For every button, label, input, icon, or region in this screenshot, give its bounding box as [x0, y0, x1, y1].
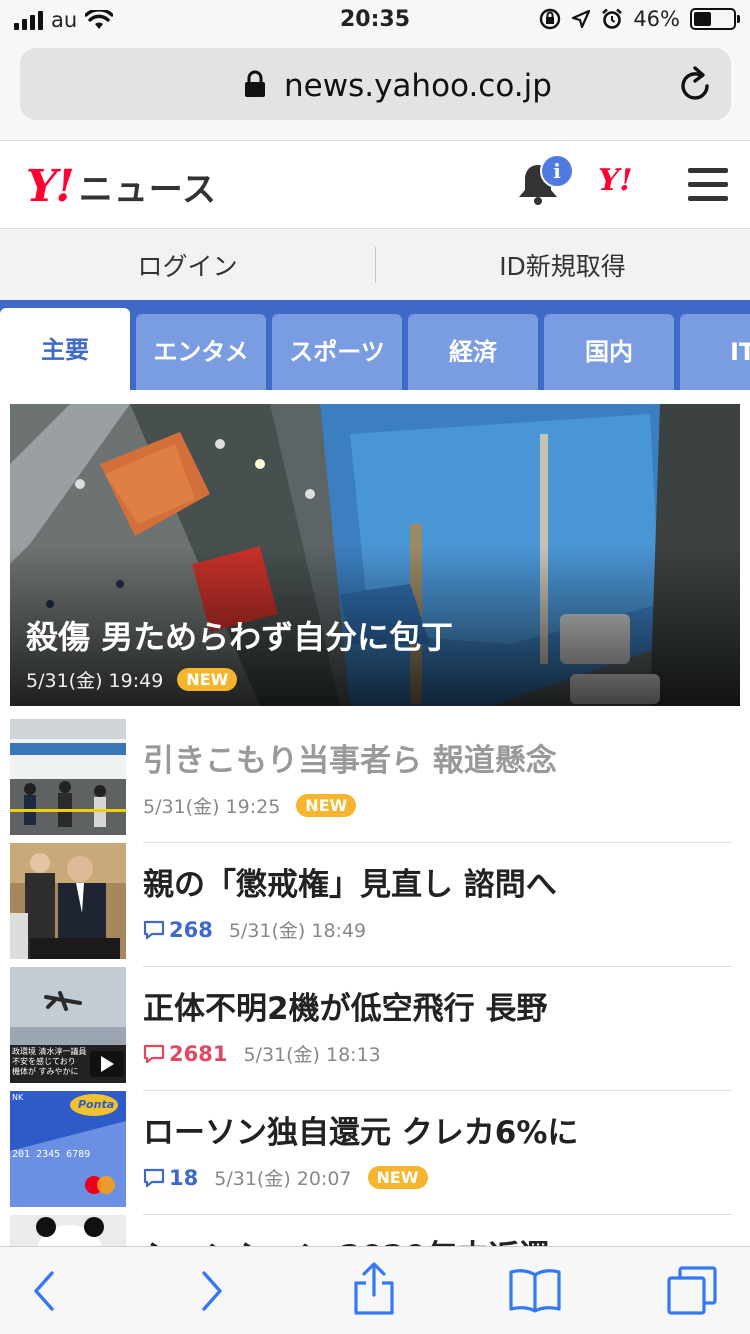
back-icon[interactable] — [30, 1269, 60, 1313]
article-thumbnail — [10, 719, 126, 835]
hero-article[interactable]: 殺傷 男ためらわず自分に包丁 5/31(金) 19:49 NEW — [10, 404, 740, 706]
yahoo-japan-link[interactable]: Y! — [598, 163, 633, 198]
battery-icon — [690, 8, 740, 30]
auth-bar: ログイン ID新規取得 — [0, 230, 750, 300]
auth-divider — [375, 247, 376, 283]
browser-toolbar — [0, 1246, 750, 1334]
article-date: 5/31(金) 20:07 — [214, 1168, 352, 1190]
comment-count-value: 268 — [169, 917, 213, 942]
tabs-icon[interactable] — [666, 1265, 718, 1315]
article-title: ローソン独自還元 クレカ6%に — [143, 1115, 579, 1151]
reload-icon[interactable] — [679, 66, 713, 102]
card-brand-text: Ponta — [78, 1098, 115, 1111]
location-icon — [572, 9, 591, 29]
comment-count[interactable]: 268 — [143, 918, 213, 942]
article-date: 5/31(金) 18:49 — [228, 920, 367, 942]
battery-level — [694, 12, 712, 26]
login-link[interactable]: ログイン — [0, 247, 375, 283]
comment-count-value: 2681 — [169, 1041, 228, 1066]
article-title: 親の「懲戒権」見直し 諮問へ — [143, 867, 557, 903]
article-meta: 5/31(金) 19:25 NEW — [143, 792, 357, 819]
status-bar: au 20:35 46% — [0, 0, 750, 40]
tab-it[interactable]: IT — [680, 314, 750, 390]
notification-badge-text: i — [553, 159, 561, 183]
logo-mark: Y! — [26, 161, 75, 212]
article-date: 5/31(金) 18:13 — [243, 1044, 381, 1066]
article-meta: 18 5/31(金) 20:07 NEW — [143, 1164, 428, 1191]
tab-sports[interactable]: スポーツ — [272, 314, 402, 390]
list-item[interactable]: 政環境 清水淳一議員 不安を感じており 機体が すみやかに 正体不明2機が低空飛… — [10, 967, 740, 1091]
orientation-lock-icon — [540, 8, 561, 30]
card-number-text: 201 2345 6789 — [12, 1149, 91, 1160]
list-item[interactable]: NK Ponta 201 2345 6789 ローソン独自還元 クレカ6%に 1… — [10, 1091, 740, 1215]
article-thumbnail: NK Ponta 201 2345 6789 — [10, 1091, 126, 1207]
article-title: 引きこもり当事者ら 報道懸念 — [143, 743, 557, 779]
alarm-icon — [602, 8, 623, 29]
comment-icon — [143, 1044, 165, 1063]
article-thumbnail: 政環境 清水淳一議員 不安を感じており 機体が すみやかに — [10, 967, 126, 1083]
site-header: Y! ニュース i Y! — [0, 141, 750, 229]
logo-text: ニュース — [78, 170, 218, 210]
comment-count[interactable]: 2681 — [143, 1042, 227, 1066]
yahoo-news-logo[interactable]: Y! ニュース — [26, 161, 217, 212]
category-tabs: 主要 エンタメ スポーツ 経済 国内 IT — [0, 300, 750, 390]
article-thumbnail — [10, 843, 126, 959]
new-badge: NEW — [367, 1166, 428, 1189]
hero-meta: 5/31(金) 19:49 NEW — [26, 666, 238, 693]
list-item[interactable]: 引きこもり当事者ら 報道懸念 5/31(金) 19:25 NEW — [10, 719, 740, 843]
bookmarks-icon[interactable] — [508, 1267, 562, 1313]
tab-main[interactable]: 主要 — [0, 308, 130, 390]
register-link[interactable]: ID新規取得 — [375, 247, 750, 283]
tab-domestic[interactable]: 国内 — [544, 314, 674, 390]
url-text: news.yahoo.co.jp — [284, 68, 552, 104]
battery-percent: 46% — [633, 7, 680, 31]
article-meta: 268 5/31(金) 18:49 — [143, 916, 366, 943]
list-item[interactable]: 親の「懲戒権」見直し 諮問へ 268 5/31(金) 18:49 — [10, 843, 740, 967]
comment-icon — [143, 1168, 165, 1187]
share-icon[interactable] — [352, 1261, 396, 1317]
article-meta: 2681 5/31(金) 18:13 — [143, 1040, 381, 1067]
new-badge: NEW — [296, 794, 357, 817]
browser-chrome: news.yahoo.co.jp — [0, 40, 750, 141]
tab-economy[interactable]: 経済 — [408, 314, 538, 390]
article-title: 正体不明2機が低空飛行 長野 — [143, 991, 548, 1027]
card-issuer-text: NK — [12, 1093, 24, 1102]
notification-badge-icon: i — [540, 154, 574, 188]
new-badge: NEW — [177, 668, 238, 691]
tab-entertainment[interactable]: エンタメ — [136, 314, 266, 390]
forward-icon[interactable] — [196, 1269, 226, 1313]
thumbnail-caption: 政環境 清水淳一議員 不安を感じており 機体が すみやかに — [12, 1047, 87, 1076]
lock-icon — [245, 70, 265, 97]
address-bar[interactable]: news.yahoo.co.jp — [20, 48, 731, 120]
comment-count[interactable]: 18 — [143, 1166, 198, 1190]
comment-icon — [143, 920, 165, 939]
comment-count-value: 18 — [169, 1165, 199, 1190]
hero-title: 殺傷 男ためらわず自分に包丁 — [26, 618, 454, 656]
menu-icon[interactable] — [688, 168, 728, 210]
hero-date: 5/31(金) 19:49 — [26, 670, 164, 692]
article-date: 5/31(金) 19:25 — [143, 796, 281, 818]
